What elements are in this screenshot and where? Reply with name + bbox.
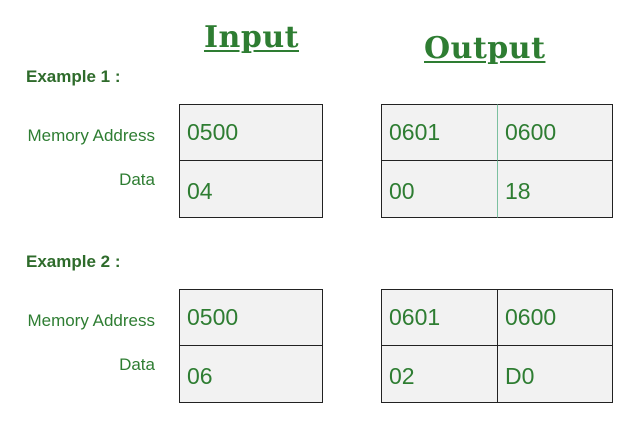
data-label: Data [119, 355, 155, 374]
output-address-cell-high: 0601 [381, 289, 498, 346]
output-heading: Output [424, 31, 546, 66]
input-address-cell: 0500 [179, 289, 323, 346]
output-address-cell-low: 0600 [497, 104, 613, 161]
input-address-cell: 0500 [179, 104, 323, 161]
input-data-cell: 06 [179, 345, 323, 403]
output-data-cell-high: 02 [381, 345, 498, 403]
example-2-title: Example 2 : [26, 252, 121, 271]
data-label: Data [119, 170, 155, 189]
output-data-cell-low: D0 [497, 345, 613, 403]
example-1-title: Example 1 : [26, 67, 121, 86]
memory-address-label: Memory Address [27, 311, 155, 330]
output-data-cell-high: 00 [381, 160, 498, 218]
output-data-cell-low: 18 [497, 160, 613, 218]
output-address-cell-high: 0601 [381, 104, 498, 161]
output-address-cell-low: 0600 [497, 289, 613, 346]
input-heading: Input [204, 20, 299, 55]
memory-address-label: Memory Address [27, 126, 155, 145]
input-data-cell: 04 [179, 160, 323, 218]
